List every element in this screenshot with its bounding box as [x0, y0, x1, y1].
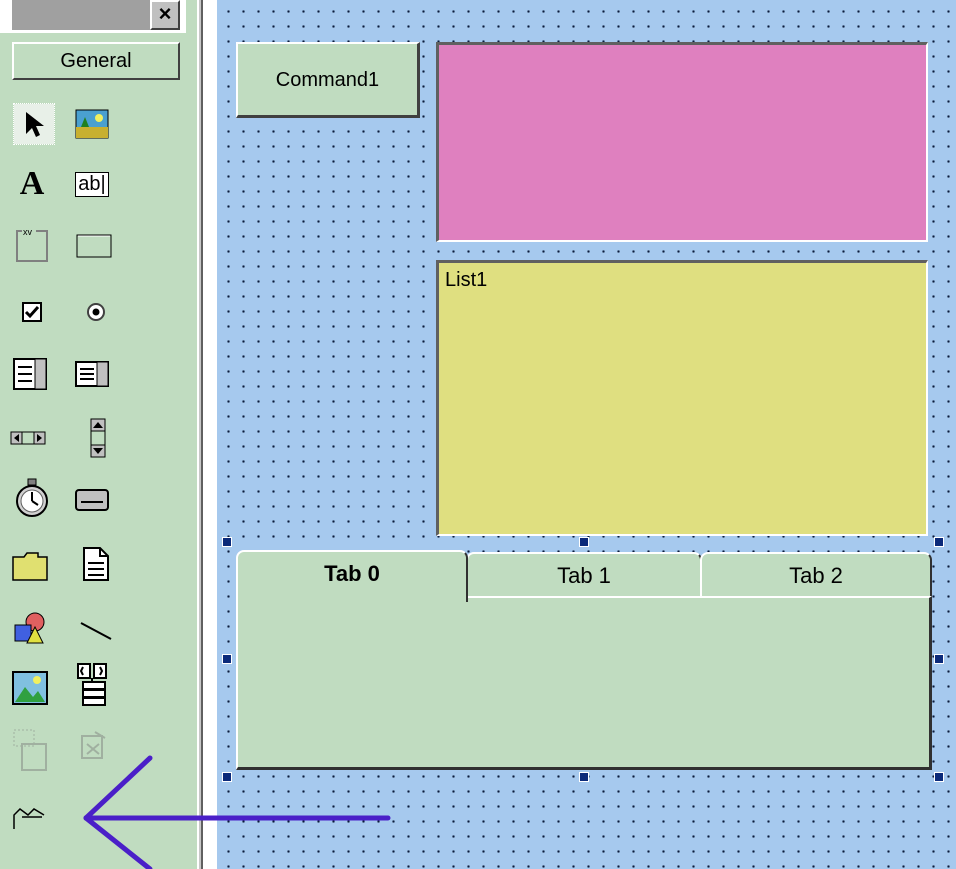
hscrollbar-icon — [10, 431, 46, 445]
vscrollbar-icon — [90, 418, 106, 458]
custom-control-tool[interactable] — [10, 798, 50, 838]
command1-button[interactable]: Command1 — [236, 42, 420, 118]
listbox-tool[interactable] — [72, 354, 112, 394]
selection-handle-bottom-left[interactable] — [223, 773, 231, 781]
line-icon — [80, 622, 112, 640]
close-button[interactable]: × — [150, 0, 180, 30]
image-tool[interactable] — [10, 668, 50, 708]
form-left-margin — [203, 0, 217, 869]
disabled-tool-icon — [81, 731, 106, 759]
drivelistbox-icon — [75, 489, 109, 511]
selection-handle-top-left[interactable] — [223, 538, 231, 546]
combobox-icon — [13, 358, 47, 390]
data-tool[interactable] — [72, 663, 112, 706]
drivelistbox-tool[interactable] — [72, 480, 112, 520]
toolbox-drag-grip[interactable] — [12, 0, 162, 30]
custom-control-icon — [13, 808, 45, 829]
toolbox-panel: × General A ab| xv — [0, 0, 200, 869]
selection-handle-left[interactable] — [223, 655, 231, 663]
tab-1[interactable]: Tab 1 — [466, 552, 702, 600]
general-tab[interactable]: General — [12, 42, 180, 80]
tabstrip-panel[interactable] — [236, 596, 932, 770]
filelistbox-icon — [83, 547, 109, 581]
selection-handle-bottom[interactable] — [580, 773, 588, 781]
checkbox-tool[interactable] — [12, 292, 52, 332]
label-icon: A — [19, 165, 45, 202]
selection-handle-top-right[interactable] — [935, 538, 943, 546]
shape-icon — [14, 612, 45, 644]
optionbutton-tool[interactable] — [76, 292, 116, 332]
selection-handle-right[interactable] — [935, 655, 943, 663]
timer-icon — [16, 478, 48, 517]
commandbutton-tool[interactable] — [74, 226, 114, 266]
tab-2[interactable]: Tab 2 — [700, 552, 932, 600]
commandbutton-icon — [76, 234, 112, 258]
timer-tool[interactable] — [12, 478, 52, 518]
label-tool[interactable]: A — [12, 164, 52, 204]
optionbutton-icon — [87, 303, 105, 321]
frame-tool[interactable]: xv — [12, 224, 52, 264]
combobox-tool[interactable] — [10, 354, 50, 394]
line-tool[interactable] — [76, 610, 116, 650]
data-icon — [77, 663, 107, 706]
svg-text:xv: xv — [23, 227, 33, 237]
selection-handle-bottom-right[interactable] — [935, 773, 943, 781]
image-icon — [12, 671, 48, 705]
hscrollbar-tool[interactable] — [8, 418, 48, 458]
pointer-tool[interactable] — [13, 103, 55, 145]
toolbox-titlebar: × — [0, 0, 186, 33]
textbox-icon: ab| — [75, 171, 109, 197]
selection-handle-top[interactable] — [580, 538, 588, 546]
listbox-icon — [75, 361, 109, 387]
textbox-tool[interactable]: ab| — [72, 164, 112, 204]
picturebox-tool[interactable] — [72, 104, 112, 144]
dirlistbox-tool[interactable] — [10, 546, 50, 586]
tab-0[interactable]: Tab 0 — [236, 550, 468, 602]
dirlistbox-icon — [12, 552, 48, 581]
disabled-tool[interactable] — [74, 726, 114, 766]
ole-tool[interactable] — [10, 729, 50, 771]
shape-tool[interactable] — [10, 608, 50, 648]
checkbox-icon — [22, 302, 42, 322]
list1-listbox[interactable]: List1 — [436, 260, 928, 536]
pointer-icon — [26, 112, 44, 137]
frame-icon: xv — [16, 226, 48, 262]
picturebox-control[interactable] — [436, 42, 928, 242]
picturebox-icon — [75, 109, 109, 139]
filelistbox-tool[interactable] — [76, 544, 116, 584]
vscrollbar-tool[interactable] — [78, 418, 118, 458]
ole-icon — [13, 729, 47, 771]
